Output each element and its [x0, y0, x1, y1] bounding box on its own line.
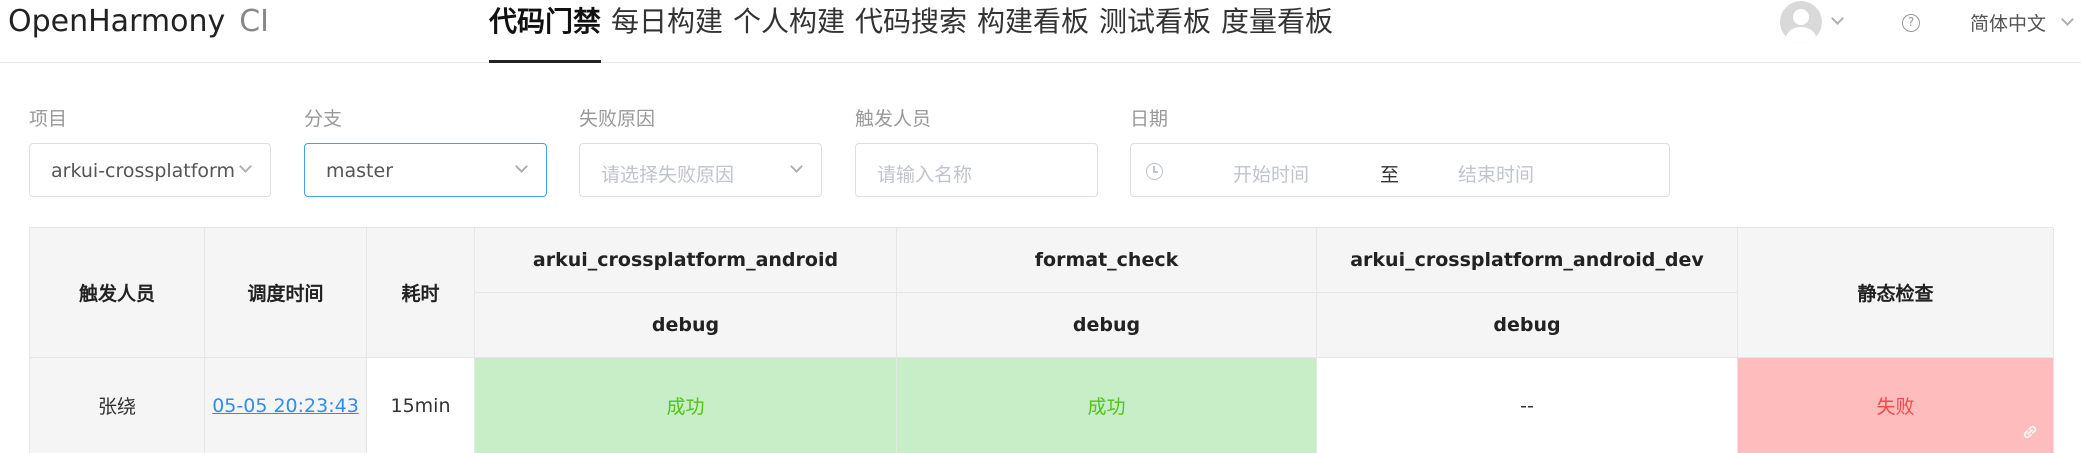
end-date-input[interactable]: 结束时间 [1458, 160, 1534, 187]
nav-test-dashboard[interactable]: 测试看板 [1099, 3, 1211, 63]
nav-daily-build[interactable]: 每日构建 [611, 3, 723, 63]
col-subheader-debug: debug [475, 293, 897, 358]
date-separator: 至 [1380, 164, 1400, 186]
chevron-down-icon [239, 160, 252, 173]
date-range-picker[interactable]: 开始时间 至 结束时间 [1130, 143, 1670, 197]
nav-metrics-dashboard[interactable]: 度量看板 [1221, 3, 1333, 63]
active-tab-indicator [489, 60, 602, 63]
logo-text: OpenHarmony [8, 4, 226, 39]
project-select[interactable]: arkui-crossplatform [29, 143, 271, 197]
failure-reason-select[interactable]: 请选择失败原因 [579, 143, 822, 197]
avatar-body [1786, 27, 1816, 43]
user-avatar[interactable] [1780, 1, 1822, 43]
cell-trigger-user: 张绕 [30, 358, 205, 453]
col-header-arkui-android: arkui_crossplatform_android [475, 228, 897, 293]
cell-schedule-time: 05-05 20:23:43 [205, 358, 367, 453]
failure-reason-label: 失败原因 [579, 108, 656, 130]
branch-select[interactable]: master [304, 143, 547, 197]
start-date-input[interactable]: 开始时间 [1233, 160, 1309, 187]
status-badge-success[interactable]: 成功 [475, 358, 897, 453]
trigger-user-label: 触发人员 [855, 108, 932, 130]
app-logo[interactable]: OpenHarmony CI [8, 4, 269, 39]
date-label: 日期 [1130, 108, 1169, 130]
col-subheader-debug: debug [897, 293, 1317, 358]
project-label: 项目 [29, 108, 68, 130]
chevron-down-icon [515, 160, 528, 173]
trigger-user-input[interactable]: 请输入名称 [855, 143, 1098, 197]
status-badge-fail: 失败 [1876, 396, 1915, 418]
col-header-trigger: 触发人员 [30, 228, 205, 358]
static-check-cell[interactable]: 失败 [1738, 358, 2054, 453]
schedule-time-link[interactable]: 05-05 20:23:43 [212, 395, 359, 417]
clock-icon [1146, 163, 1163, 180]
link-icon[interactable] [2019, 421, 2041, 443]
top-header: OpenHarmony CI 代码门禁 每日构建 个人构建 代码搜索 构建看板 测… [0, 0, 2081, 63]
status-empty: -- [1317, 358, 1738, 453]
language-label: 简体中文 [1970, 13, 2047, 35]
failure-reason-placeholder: 请选择失败原因 [601, 164, 735, 186]
language-selector[interactable]: 简体中文 [1970, 9, 2046, 36]
nav-personal-build[interactable]: 个人构建 [733, 3, 845, 63]
nav-label: 代码门禁 [489, 5, 602, 38]
col-header-duration: 耗时 [367, 228, 475, 358]
chevron-down-icon[interactable] [2061, 13, 2074, 26]
status-badge-success[interactable]: 成功 [897, 358, 1317, 453]
col-header-static-check: 静态检查 [1738, 228, 2054, 358]
col-header-arkui-android-dev: arkui_crossplatform_android_dev [1317, 228, 1738, 293]
cell-duration: 15min [367, 358, 475, 453]
logo-suffix: CI [239, 4, 270, 39]
chevron-down-icon [790, 160, 803, 173]
branch-label: 分支 [304, 108, 343, 130]
avatar-head [1793, 9, 1809, 25]
col-header-schedule-time: 调度时间 [205, 228, 367, 358]
branch-value: master [326, 160, 394, 182]
chevron-down-icon[interactable] [1831, 12, 1844, 25]
help-icon[interactable]: ? [1902, 14, 1920, 32]
col-header-format-check: format_check [897, 228, 1317, 293]
nav-build-dashboard[interactable]: 构建看板 [977, 3, 1089, 63]
nav-code-gate[interactable]: 代码门禁 [489, 3, 602, 63]
project-value: arkui-crossplatform [51, 160, 236, 182]
col-subheader-debug: debug [1317, 293, 1738, 358]
build-results-table: 触发人员 调度时间 耗时 arkui_crossplatform_android… [29, 227, 2054, 453]
nav-code-search[interactable]: 代码搜索 [855, 3, 967, 63]
trigger-user-placeholder: 请输入名称 [877, 164, 973, 186]
